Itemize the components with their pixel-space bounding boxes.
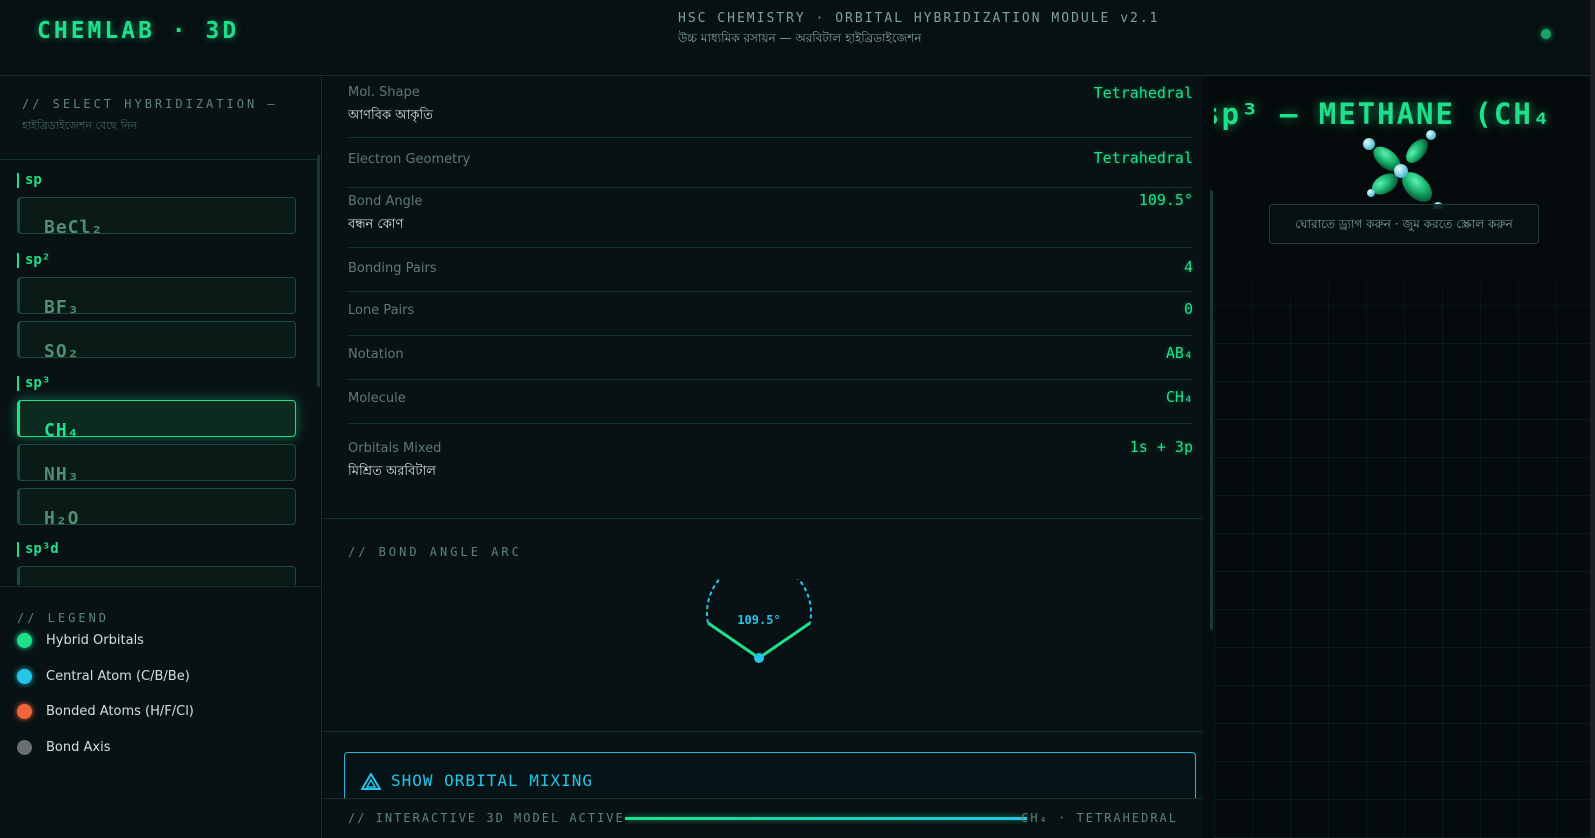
property-value: 109.5° (1138, 191, 1193, 209)
module-title: HSC CHEMISTRY · ORBITAL HYBRIDIZATION MO… (678, 11, 1160, 26)
molecule-label: CH₄ (44, 420, 80, 437)
molecule-button-so2[interactable]: SO₂ (17, 321, 296, 358)
property-sublabel: বন্ধন কোণ (348, 217, 404, 232)
window-edge (1590, 0, 1595, 838)
molecule-button-partial[interactable] (17, 566, 296, 585)
bond-line-right (758, 621, 811, 660)
property-row-notation: Notation AB₄ (348, 336, 1193, 380)
property-label: Orbitals Mixed (348, 441, 442, 456)
sidebar-divider (0, 159, 321, 160)
footer-status-text: // INTERACTIVE 3D MODEL ACTIVE (348, 811, 625, 825)
property-row-molecule: Molecule CH₄ (348, 380, 1193, 424)
properties-scrollbar[interactable] (1210, 190, 1213, 630)
orange-dot-icon (17, 703, 32, 719)
sidebar-title: // SELECT HYBRIDIZATION — (22, 97, 278, 111)
property-row-shape: Mol. Shape আণবিক আকৃতি Tetrahedral (348, 80, 1193, 138)
legend-title: // LEGEND (17, 611, 110, 625)
legend-label: Hybrid Orbitals (46, 632, 144, 648)
bond-line-left (707, 621, 760, 660)
property-label: Bonding Pairs (348, 261, 437, 276)
methane-3d-model (1363, 130, 1443, 209)
group-label-sp2: sp² (17, 253, 50, 268)
hybridization-sidebar: // SELECT HYBRIDIZATION — হাইব্রিডাইজেশন… (0, 77, 322, 585)
molecule-label: BeCl₂ (44, 217, 104, 234)
molecule-label: SO₂ (44, 341, 80, 358)
molecule-button-ch4[interactable]: CH₄ (17, 400, 296, 437)
legend-item-bonded: Bonded Atoms (H/F/Cl) (17, 701, 194, 721)
group-label-sp3d: sp³d (17, 542, 59, 557)
property-row-orbitals: Orbitals Mixed মিশ্রিত অরবিটাল 1s + 3p (348, 424, 1193, 484)
viewport-hint: ঘোরাতে ড্র্যাগ করুন · জুম করতে স্ক্রোল ক… (1269, 204, 1539, 244)
property-label: Lone Pairs (348, 303, 415, 318)
property-label: Bond Angle (348, 194, 423, 209)
legend-label: Central Atom (C/B/Be) (46, 668, 190, 684)
group-label-sp: sp (17, 173, 42, 188)
bonded-atom (1363, 138, 1375, 150)
legend-panel: // LEGEND Hybrid Orbitals Central Atom (… (0, 586, 322, 838)
molecule-button-becl2[interactable]: BeCl₂ (17, 197, 296, 234)
gray-dot-icon (17, 739, 32, 755)
status-footer: // INTERACTIVE 3D MODEL ACTIVE CH₄ · TET… (323, 798, 1203, 838)
property-label: Notation (348, 347, 404, 362)
footer-molecule-text: CH₄ · TETRAHEDRAL (1021, 811, 1178, 825)
property-value: CH₄ (1165, 388, 1193, 406)
property-value: 4 (1183, 258, 1193, 276)
model-progress-bar (625, 817, 1027, 820)
property-row-bonding-pairs: Bonding Pairs 4 (348, 248, 1193, 292)
legend-item-hybrid: Hybrid Orbitals (17, 630, 144, 650)
green-dot-icon (17, 632, 32, 648)
property-value: 0 (1183, 300, 1193, 318)
property-value: 1s + 3p (1129, 438, 1193, 456)
property-sublabel: মিশ্রিত অরবিটাল (348, 464, 436, 479)
arc-title: // BOND ANGLE ARC (348, 545, 522, 559)
viewport-title: sp³ — METHANE (CH₄ (1214, 97, 1553, 131)
property-row-geometry: Electron Geometry Tetrahedral (348, 138, 1193, 188)
molecule-button-bf3[interactable]: BF₃ (17, 277, 296, 314)
molecule-label: NH₃ (44, 464, 80, 481)
3d-viewport[interactable]: sp³ — METHANE (CH₄ ঘোরাতে ড্র্যাগ করুন ·… (1214, 77, 1595, 838)
property-row-lone-pairs: Lone Pairs 0 (348, 292, 1193, 336)
bond-angle-arc-section: // BOND ANGLE ARC 109.5° (323, 518, 1203, 732)
legend-label: Bond Axis (46, 739, 111, 755)
legend-label: Bonded Atoms (H/F/Cl) (46, 703, 194, 719)
sidebar-subtitle: হাইব্রিডাইজেশন বেছে নিন (22, 119, 137, 132)
molecule-button-h2o[interactable]: H₂O (17, 488, 296, 525)
orbital-lobe (1406, 139, 1428, 163)
molecule-label: H₂O (44, 508, 80, 525)
sidebar-header: // SELECT HYBRIDIZATION — হাইব্রিডাইজেশন… (22, 97, 312, 136)
central-atom (1394, 164, 1408, 178)
molecule-button-nh3[interactable]: NH₃ (17, 444, 296, 481)
property-sublabel: আণবিক আকৃতি (348, 108, 433, 123)
bond-angle-arc-diagram: 109.5° (706, 579, 812, 663)
property-label: Electron Geometry (348, 152, 471, 167)
central-atom-dot (754, 653, 764, 663)
cyan-dot-icon (17, 668, 32, 684)
module-subtitle: উচ্চ মাধ্যমিক রসায়ন — অরবিটাল হাইব্রিডা… (678, 31, 922, 45)
status-indicator-icon (1541, 29, 1551, 39)
sidebar-scrollbar[interactable] (317, 155, 320, 387)
property-value: AB₄ (1165, 344, 1193, 362)
legend-item-axis: Bond Axis (17, 737, 110, 757)
bonded-atom (1426, 130, 1436, 140)
bonded-atom (1367, 189, 1375, 197)
mixing-button-label: SHOW ORBITAL MIXING (391, 771, 594, 790)
group-label-sp3: sp³ (17, 376, 50, 391)
property-label: Mol. Shape (348, 85, 420, 100)
molecule-label: BF₃ (44, 297, 80, 314)
app-header: CHEMLAB · 3D HSC CHEMISTRY · ORBITAL HYB… (0, 0, 1595, 76)
angle-label: 109.5° (737, 613, 780, 627)
triangle-icon (361, 773, 381, 790)
legend-item-central: Central Atom (C/B/Be) (17, 666, 190, 686)
progress-fill (625, 817, 1027, 820)
property-row-angle: Bond Angle বন্ধন কোণ 109.5° (348, 188, 1193, 248)
property-value: Tetrahedral (1093, 84, 1193, 102)
property-value: Tetrahedral (1093, 149, 1193, 167)
app-logo: CHEMLAB · 3D (37, 18, 240, 44)
header-center: HSC CHEMISTRY · ORBITAL HYBRIDIZATION MO… (678, 11, 1158, 50)
show-orbital-mixing-button[interactable]: SHOW ORBITAL MIXING (344, 752, 1196, 804)
property-label: Molecule (348, 391, 406, 406)
